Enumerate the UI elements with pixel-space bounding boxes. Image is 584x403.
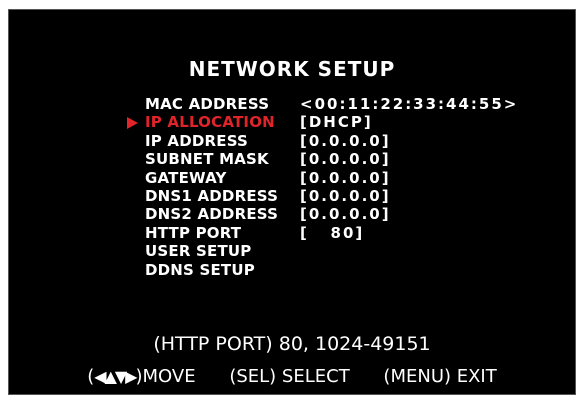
page-title: NETWORK SETUP	[188, 57, 396, 81]
select-hint: (SEL) SELECT	[229, 366, 350, 387]
menu-label: GATEWAY	[145, 168, 227, 187]
menu-value: [0.0.0.0]	[300, 150, 391, 169]
selection-arrow-icon	[127, 117, 138, 130]
move-hint: (◀▲▼▶)MOVE	[87, 366, 195, 387]
move-close-paren: )	[135, 366, 143, 387]
osd-screen: NETWORK SETUP MAC ADDRESS <00:11:22:33:4…	[8, 9, 576, 395]
exit-hint: (MENU) EXIT	[383, 366, 497, 387]
menu-label: IP ALLOCATION	[145, 113, 275, 132]
menu-value: [0.0.0.0]	[300, 186, 391, 205]
menu-value: [0.0.0.0]	[300, 168, 391, 187]
menu-label: IP ADDRESS	[145, 131, 249, 150]
menu-value: [0.0.0.0]	[300, 131, 391, 150]
menu-value: <00:11:22:33:44:55>	[300, 95, 519, 113]
port-range-hint: (HTTP PORT) 80, 1024-49151	[153, 333, 431, 355]
menu-label: DDNS SETUP	[145, 260, 255, 279]
direction-arrows-icon: ◀▲▼▶	[94, 367, 137, 386]
menu-label: DNS1 ADDRESS	[145, 186, 279, 205]
menu-label: SUBNET MASK	[145, 150, 269, 169]
menu-label: USER SETUP	[145, 242, 252, 261]
menu-label: HTTP PORT	[145, 223, 242, 242]
menu-value: [ 80]	[300, 223, 365, 242]
key-help-bar: (◀▲▼▶)MOVE (SEL) SELECT (MENU) EXIT	[9, 366, 575, 387]
menu-value: [DHCP]	[300, 113, 373, 132]
move-label: MOVE	[142, 366, 196, 387]
menu-label: MAC ADDRESS	[145, 95, 270, 113]
menu-label: DNS2 ADDRESS	[145, 205, 279, 224]
menu-value: [0.0.0.0]	[300, 205, 391, 224]
